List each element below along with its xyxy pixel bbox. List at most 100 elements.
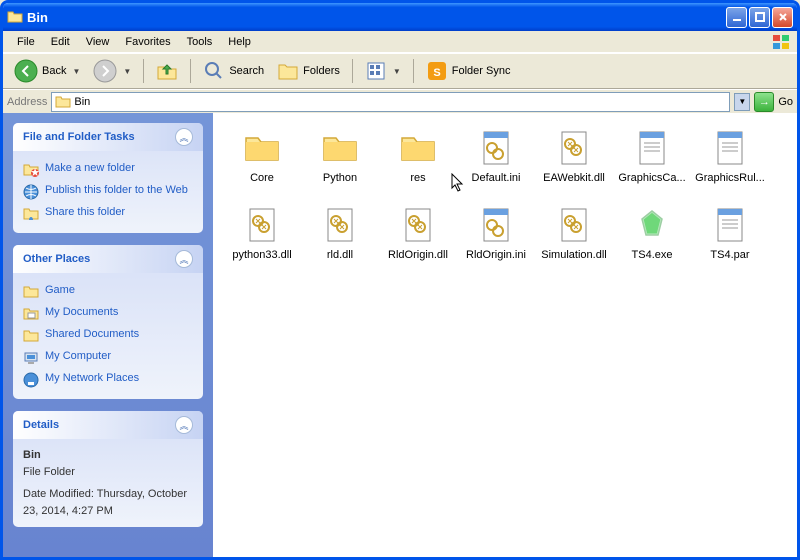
file-item[interactable]: TS4.par: [691, 205, 769, 262]
dll-icon: [554, 128, 594, 168]
dll-icon: [398, 205, 438, 245]
share-folder-icon: [23, 206, 39, 222]
ini-icon: [476, 128, 516, 168]
minimize-button[interactable]: [726, 7, 747, 28]
folder-icon: [242, 128, 282, 168]
window-controls: [726, 7, 793, 28]
tasks-header[interactable]: File and Folder Tasks ︽: [13, 123, 203, 151]
address-value: Bin: [74, 96, 90, 108]
file-item[interactable]: Core: [223, 128, 301, 185]
place-label: Game: [45, 284, 75, 296]
place-network[interactable]: My Network Places: [23, 369, 193, 391]
place-game[interactable]: Game: [23, 281, 193, 303]
foldersync-button[interactable]: S Folder Sync: [421, 57, 516, 85]
file-item[interactable]: rld.dll: [301, 205, 379, 262]
tasks-panel: File and Folder Tasks ︽ ★ Make a new fol…: [13, 123, 203, 233]
dll-icon: [554, 205, 594, 245]
search-button[interactable]: Search: [198, 57, 269, 85]
close-button[interactable]: [772, 7, 793, 28]
collapse-icon[interactable]: ︽: [175, 416, 193, 434]
file-label: TS4.exe: [632, 249, 673, 262]
menu-file[interactable]: File: [9, 34, 43, 50]
body: File and Folder Tasks ︽ ★ Make a new fol…: [3, 113, 797, 557]
task-new-folder[interactable]: ★ Make a new folder: [23, 159, 193, 181]
task-publish[interactable]: Publish this folder to the Web: [23, 181, 193, 203]
place-label: Shared Documents: [45, 328, 139, 340]
file-label: RldOrigin.ini: [466, 249, 526, 262]
place-label: My Documents: [45, 306, 118, 318]
search-label: Search: [229, 65, 264, 77]
documents-icon: [23, 306, 39, 322]
file-item[interactable]: TS4.exe: [613, 205, 691, 262]
separator: [190, 59, 191, 83]
folder-icon: [320, 128, 360, 168]
file-label: rld.dll: [327, 249, 353, 262]
place-documents[interactable]: My Documents: [23, 303, 193, 325]
file-item[interactable]: Simulation.dll: [535, 205, 613, 262]
menu-help[interactable]: Help: [220, 34, 259, 50]
menu-favorites[interactable]: Favorites: [117, 34, 178, 50]
place-shared[interactable]: Shared Documents: [23, 325, 193, 347]
dll-icon: [320, 205, 360, 245]
svg-text:S: S: [433, 67, 440, 79]
file-label: Simulation.dll: [541, 249, 606, 262]
separator: [413, 59, 414, 83]
task-label: Make a new folder: [45, 162, 135, 174]
details-header[interactable]: Details ︽: [13, 411, 203, 439]
dropdown-icon: ▼: [393, 67, 401, 76]
file-item[interactable]: GraphicsRul...: [691, 128, 769, 185]
menu-edit[interactable]: Edit: [43, 34, 78, 50]
file-label: Core: [250, 172, 274, 185]
places-panel: Other Places ︽ Game My Documents Shared …: [13, 245, 203, 399]
folders-button[interactable]: Folders: [272, 57, 345, 85]
views-button[interactable]: ▼: [360, 57, 406, 85]
file-pane[interactable]: Core Python res Default.ini EAWebkit.dll Grap…: [213, 113, 797, 557]
exe-icon: [632, 205, 672, 245]
file-label: res: [410, 172, 425, 185]
address-input[interactable]: Bin: [51, 92, 730, 112]
address-bar: Address Bin ▼ → Go: [3, 89, 797, 113]
go-button[interactable]: →: [754, 92, 774, 112]
tasks-title: File and Folder Tasks: [23, 131, 135, 143]
separator: [352, 59, 353, 83]
address-dropdown[interactable]: ▼: [734, 93, 750, 111]
file-item[interactable]: res: [379, 128, 457, 185]
menu-view[interactable]: View: [78, 34, 118, 50]
file-icon: [710, 128, 750, 168]
dropdown-icon: ▼: [72, 67, 80, 76]
foldersync-label: Folder Sync: [452, 65, 511, 77]
details-modified: Date Modified: Thursday, October 23, 201…: [23, 486, 193, 519]
up-button[interactable]: [151, 57, 183, 85]
details-name: Bin: [23, 447, 193, 464]
forward-button[interactable]: ▼: [88, 56, 136, 86]
file-item[interactable]: GraphicsCa...: [613, 128, 691, 185]
menubar: File Edit View Favorites Tools Help: [3, 31, 797, 53]
file-item[interactable]: EAWebkit.dll: [535, 128, 613, 185]
collapse-icon[interactable]: ︽: [175, 250, 193, 268]
file-label: EAWebkit.dll: [543, 172, 605, 185]
back-button[interactable]: Back ▼: [9, 56, 85, 86]
file-icon: [632, 128, 672, 168]
file-item[interactable]: RldOrigin.dll: [379, 205, 457, 262]
file-item[interactable]: Python: [301, 128, 379, 185]
titlebar[interactable]: Bin: [3, 3, 797, 31]
folder-icon: [398, 128, 438, 168]
address-label: Address: [7, 96, 47, 108]
sidebar: File and Folder Tasks ︽ ★ Make a new fol…: [3, 113, 213, 557]
menu-tools[interactable]: Tools: [179, 34, 221, 50]
task-label: Share this folder: [45, 206, 125, 218]
maximize-button[interactable]: [749, 7, 770, 28]
collapse-icon[interactable]: ︽: [175, 128, 193, 146]
file-grid: Core Python res Default.ini EAWebkit.dll Grap…: [223, 128, 787, 282]
folder-icon: [23, 284, 39, 300]
globe-icon: [23, 184, 39, 200]
places-header[interactable]: Other Places ︽: [13, 245, 203, 273]
file-item[interactable]: python33.dll: [223, 205, 301, 262]
place-computer[interactable]: My Computer: [23, 347, 193, 369]
toolbar: Back ▼ ▼ Search Folders ▼ S Folder Sync: [3, 53, 797, 89]
file-label: RldOrigin.dll: [388, 249, 448, 262]
file-item[interactable]: RldOrigin.ini: [457, 205, 535, 262]
folders-label: Folders: [303, 65, 340, 77]
file-item[interactable]: Default.ini: [457, 128, 535, 185]
task-share[interactable]: Share this folder: [23, 203, 193, 225]
